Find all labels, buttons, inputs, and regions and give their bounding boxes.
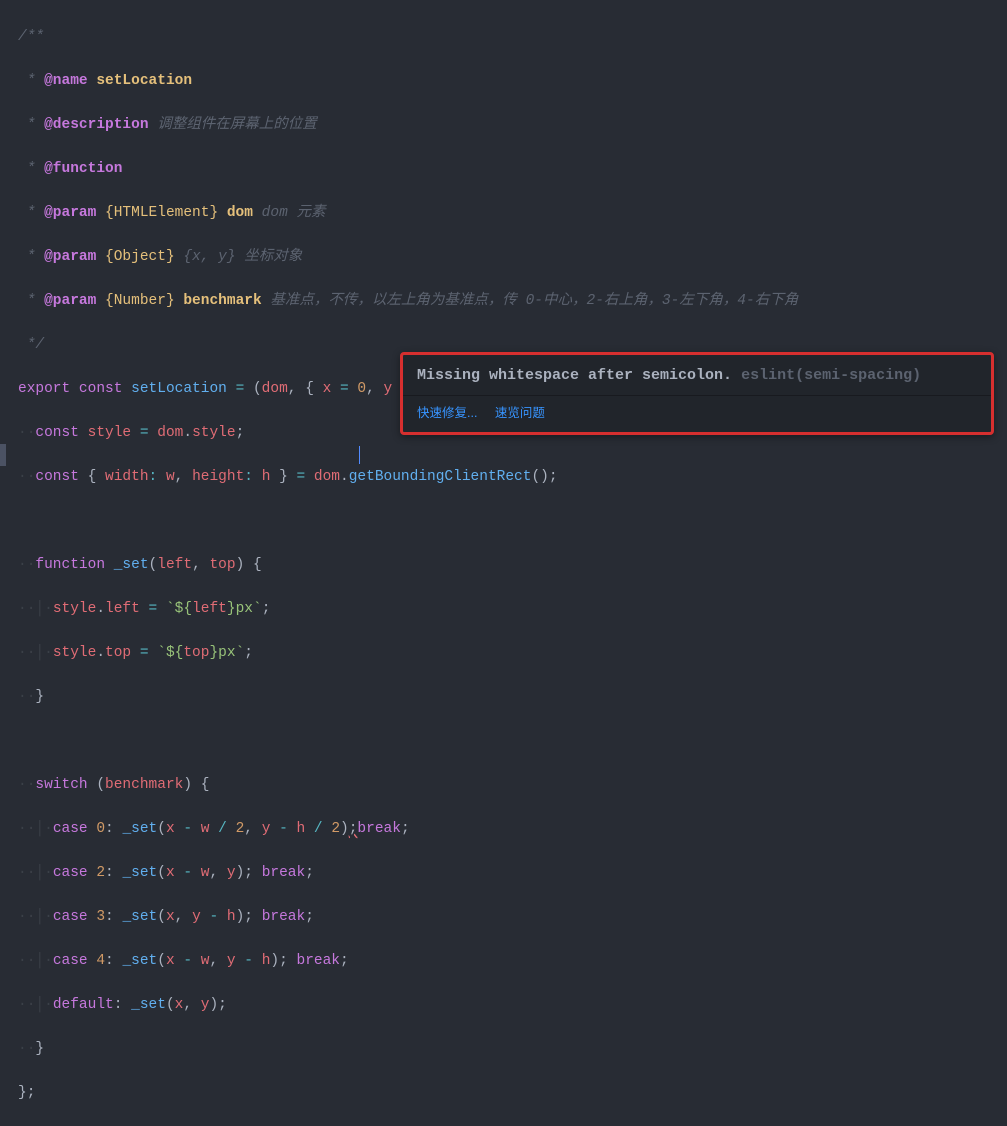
lint-error[interactable]: ;	[349, 821, 358, 837]
jsdoc-tag: @param	[44, 205, 96, 221]
jsdoc-name: setLocation	[96, 73, 192, 89]
code-line: /**	[18, 26, 1007, 48]
hover-message: Missing whitespace after semicolon. esli…	[403, 355, 991, 395]
lint-message-text: Missing whitespace after semicolon.	[417, 367, 741, 384]
code-line: ··│·style.top = `${top}px`;	[18, 642, 1007, 664]
code-line: ··│·case 4: _set(x - w, y - h); break;	[18, 950, 1007, 972]
code-line: * @description 调整组件在屏幕上的位置	[18, 114, 1007, 136]
code-line	[18, 730, 1007, 752]
code-line: ··│·default: _set(x, y);	[18, 994, 1007, 1016]
jsdoc-param-desc: 坐标对象	[244, 249, 302, 265]
jsdoc-open: /**	[18, 29, 44, 45]
prop-height: height	[192, 469, 244, 485]
jsdoc-type: {HTMLElement}	[105, 205, 218, 221]
lint-rule: eslint(semi-spacing)	[741, 367, 921, 384]
code-line: * @param {Object} {x, y} 坐标对象	[18, 246, 1007, 268]
code-editor[interactable]: /** * @name setLocation * @description 调…	[0, 0, 1007, 1126]
jsdoc-param-desc: 基准点，不传，以左上角为基准点，传 0-中心，2-右上角，3-左下角，4-右下角	[270, 293, 798, 309]
jsdoc-desc: 调整组件在屏幕上的位置	[157, 117, 317, 133]
hover-actions: 快速修复... 速览问题	[403, 395, 991, 432]
prop-width: width	[105, 469, 149, 485]
jsdoc-tag: @param	[44, 293, 96, 309]
jsdoc-tag: @description	[44, 117, 148, 133]
code-line: * @function	[18, 158, 1007, 180]
jsdoc-param-name: dom	[227, 205, 253, 221]
param-y: y	[384, 381, 393, 397]
method-getrect: getBoundingClientRect	[349, 469, 532, 485]
code-line: * @param {Number} benchmark 基准点，不传，以左上角为…	[18, 290, 1007, 312]
code-line: ··function _set(left, top) {	[18, 554, 1007, 576]
keyword-switch: switch	[35, 777, 87, 793]
quickfix-link[interactable]: 快速修复...	[417, 406, 477, 420]
code-line: ··switch (benchmark) {	[18, 774, 1007, 796]
jsdoc-param-desc: dom 元素	[262, 205, 326, 221]
jsdoc-type: {Object}	[105, 249, 175, 265]
code-line: ··│·case 2: _set(x - w, y); break;	[18, 862, 1007, 884]
var-style: style	[88, 425, 132, 441]
code-line: ··const { width: w, height: h } = dom.ge…	[18, 466, 1007, 488]
keyword-case: case	[53, 821, 88, 837]
jsdoc-tag: @name	[44, 73, 88, 89]
code-line	[18, 510, 1007, 532]
jsdoc-param-name: benchmark	[183, 293, 261, 309]
hover-tooltip: Missing whitespace after semicolon. esli…	[400, 352, 994, 435]
code-line: ··│·case 3: _set(x, y - h); break;	[18, 906, 1007, 928]
param-x: x	[323, 381, 332, 397]
keyword-const: const	[79, 381, 123, 397]
jsdoc-tag: @param	[44, 249, 96, 265]
keyword-default: default	[53, 997, 114, 1013]
code-line: ··│·style.left = `${left}px`;	[18, 598, 1007, 620]
code-line: * @param {HTMLElement} dom dom 元素	[18, 202, 1007, 224]
peek-problem-link[interactable]: 速览问题	[495, 406, 545, 420]
code-line: ··}	[18, 1038, 1007, 1060]
code-line: * @name setLocation	[18, 70, 1007, 92]
keyword-function: function	[35, 557, 105, 573]
function-name: setLocation	[131, 381, 227, 397]
function-set: _set	[114, 557, 149, 573]
jsdoc-type: {Number}	[105, 293, 175, 309]
param-dom: dom	[262, 381, 288, 397]
current-line-indicator	[0, 444, 6, 466]
code-line: ··}	[18, 686, 1007, 708]
code-line: ··│·case 0: _set(x - w / 2, y - h / 2);b…	[18, 818, 1007, 840]
code-line: };	[18, 1082, 1007, 1104]
keyword-export: export	[18, 381, 70, 397]
jsdoc-param-name: {x, y}	[183, 249, 235, 265]
template-literal: `${	[166, 601, 192, 617]
jsdoc-close: */	[18, 337, 44, 353]
jsdoc-tag: @function	[44, 161, 122, 177]
text-cursor	[359, 446, 360, 464]
